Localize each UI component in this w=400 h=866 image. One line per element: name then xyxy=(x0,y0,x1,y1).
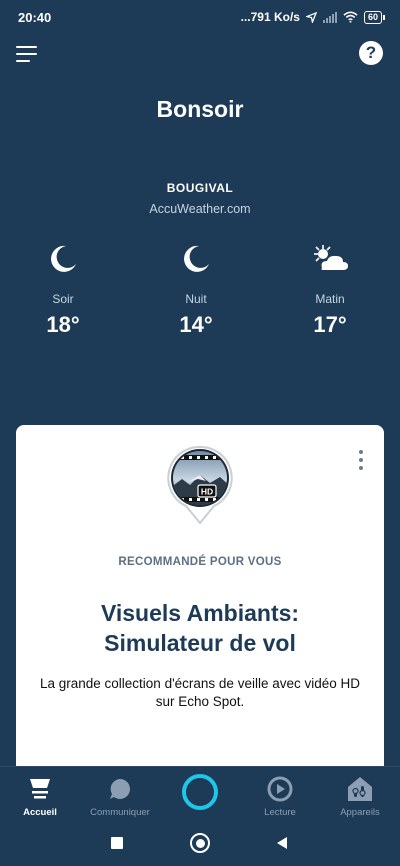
location-arrow-icon xyxy=(305,11,317,23)
back-triangle-icon xyxy=(277,837,287,849)
recent-apps-button[interactable] xyxy=(111,837,123,849)
network-speed: ...791 Ko/s xyxy=(240,10,300,24)
nav-label-play: Lecture xyxy=(264,807,296,818)
forecast-evening: Soir 18° xyxy=(13,240,113,338)
nav-label-devices: Appareils xyxy=(340,807,380,818)
forecast-temp: 18° xyxy=(46,312,80,337)
sun-cloud-icon xyxy=(314,245,348,270)
home-icon xyxy=(30,779,50,799)
nav-play[interactable]: Lecture xyxy=(240,767,320,823)
system-navigation-bar xyxy=(0,822,400,866)
weather-provider[interactable]: AccuWeather.com xyxy=(0,202,400,216)
help-icon[interactable]: ? xyxy=(359,41,383,65)
nav-label-communicate: Communiquer xyxy=(90,807,150,818)
signal-icon xyxy=(322,11,337,23)
status-time: 20:40 xyxy=(18,9,52,25)
card-title: Visuels Ambiants: Simulateur de vol xyxy=(16,598,384,658)
card-description: La grande collection d'écrans de veille … xyxy=(39,676,360,709)
status-indicators: ...791 Ko/s 60 xyxy=(240,10,386,24)
nav-communicate[interactable]: Communiquer xyxy=(80,767,160,823)
status-bar: 20:40 ...791 Ko/s 60 xyxy=(0,0,400,34)
nav-label-home: Accueil xyxy=(23,807,57,818)
hd-badge: HD xyxy=(201,487,213,497)
greeting-title: Bonsoir xyxy=(156,96,244,122)
weather-forecast[interactable]: Soir 18° Nuit 14° Matin 17° xyxy=(0,240,400,350)
bottom-navigation: Accueil Communiquer Lecture Appareils xyxy=(0,766,400,822)
chat-bubble-icon xyxy=(110,779,130,799)
skill-logo: HD xyxy=(164,445,236,527)
more-options-icon[interactable] xyxy=(356,449,366,471)
nav-devices[interactable]: Appareils xyxy=(320,767,400,823)
back-button[interactable] xyxy=(276,836,288,855)
card-title-line2: Simulateur de vol xyxy=(104,630,296,656)
wifi-icon xyxy=(343,11,358,23)
weather-location[interactable]: BOUGIVAL xyxy=(0,181,400,195)
devices-icon xyxy=(348,777,372,801)
play-icon xyxy=(267,776,293,802)
battery-icon: 60 xyxy=(363,10,386,24)
moon-icon xyxy=(184,245,209,272)
card-overline: RECOMMANDÉ POUR VOUS xyxy=(118,556,282,568)
alexa-icon[interactable] xyxy=(182,774,218,810)
nav-alexa[interactable] xyxy=(160,767,240,823)
top-bar: ? xyxy=(0,40,400,68)
recommendation-card[interactable]: HD RECOMMANDÉ POUR VOUS Visuels Ambiants… xyxy=(16,425,384,770)
forecast-label: Soir xyxy=(52,292,74,306)
moon-icon xyxy=(51,245,76,272)
hamburger-menu-icon[interactable] xyxy=(16,44,38,64)
forecast-label: Nuit xyxy=(185,292,207,306)
forecast-temp: 14° xyxy=(179,312,213,337)
forecast-temp: 17° xyxy=(313,312,347,337)
nav-home[interactable]: Accueil xyxy=(0,767,80,823)
home-button[interactable] xyxy=(190,833,210,853)
forecast-label: Matin xyxy=(315,292,345,306)
forecast-night: Nuit 14° xyxy=(146,240,246,338)
card-title-line1: Visuels Ambiants: xyxy=(100,600,300,626)
forecast-morning: Matin 17° xyxy=(280,240,380,338)
